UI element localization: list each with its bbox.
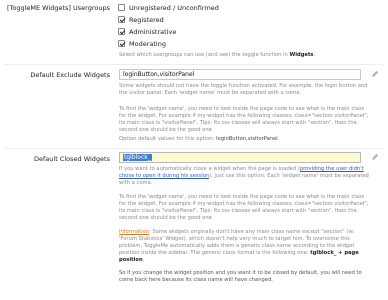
exclude-widgets-label: Default Exclude Widgets (30, 71, 110, 79)
checkbox-box[interactable] (118, 4, 125, 11)
checkbox-label: Administrative (129, 27, 177, 36)
exclude-help-1: Some widgets should not have the toggle … (119, 83, 368, 96)
exclude-widgets-input[interactable]: loginButton,visitorPanel (119, 69, 361, 80)
exclude-help-3: Option default values for this option: l… (119, 136, 278, 142)
check-icon[interactable] (118, 28, 125, 35)
closed-widgets-input[interactable]: tglblock_ (119, 152, 361, 163)
closed-widgets-label: Default Closed Widgets (34, 155, 110, 163)
check-icon[interactable] (118, 40, 125, 47)
usergroups-label: [ToggleME Widgets] Usergroups (6, 4, 110, 12)
exclude-help-2: To find the 'widget name', you need to l… (119, 106, 369, 133)
checkbox-administrative[interactable]: Administrative (118, 27, 176, 36)
checkbox-moderating[interactable]: Moderating (118, 39, 166, 48)
check-icon[interactable] (118, 16, 125, 23)
checkbox-label: Unregistered / Unconfirmed (129, 3, 219, 12)
closed-help-1: If you want to automatically close a wid… (119, 166, 369, 186)
closed-help-4: So if you change the widget position and… (119, 270, 362, 283)
pencil-icon[interactable] (371, 153, 379, 161)
closed-info: Information: Some widgets originally don… (119, 229, 359, 263)
pencil-icon[interactable] (371, 70, 379, 78)
checkbox-registered[interactable]: Registered (118, 15, 164, 24)
closed-help-2: To find the 'widget name', you need to l… (119, 194, 369, 221)
checkbox-unregistered[interactable]: Unregistered / Unconfirmed (118, 3, 219, 12)
information-label: Information (119, 229, 150, 235)
checkbox-label: Moderating (129, 39, 166, 48)
checkbox-label: Registered (129, 15, 164, 24)
usergroups-help: Select which usergroups can use (and see… (119, 52, 316, 58)
